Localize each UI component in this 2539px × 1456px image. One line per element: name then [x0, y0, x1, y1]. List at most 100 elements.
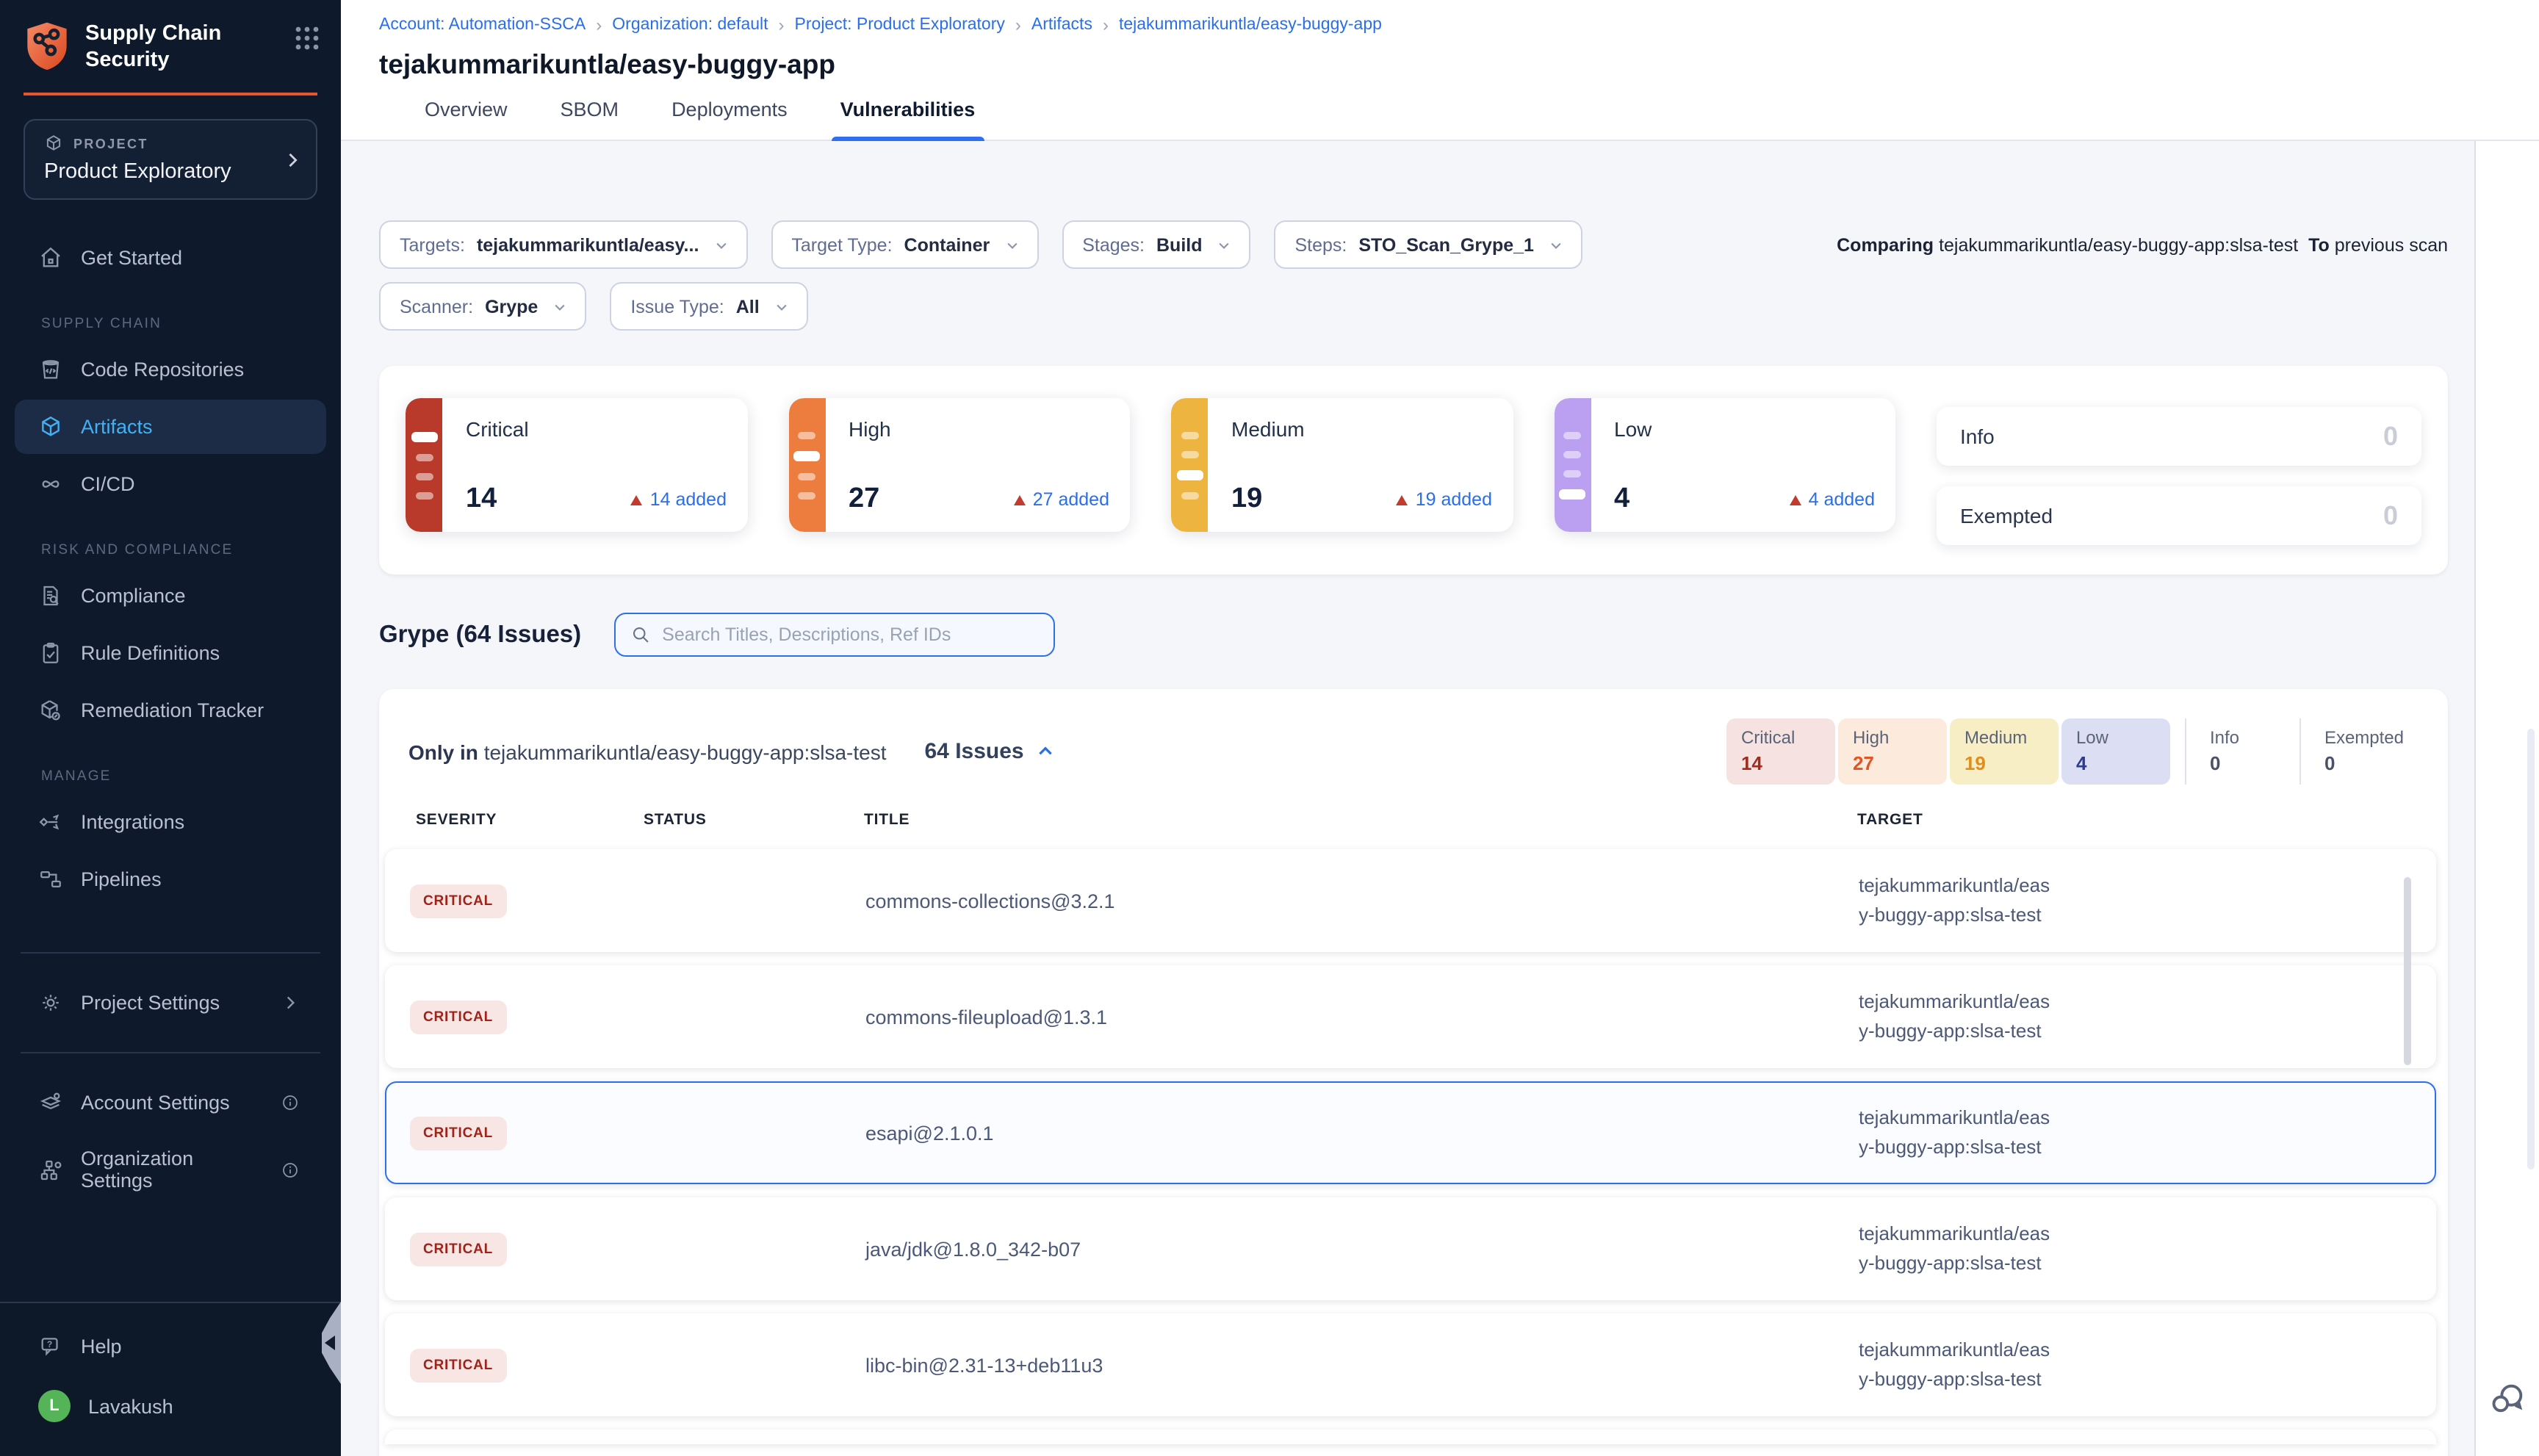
- sidebar-item-compliance[interactable]: Compliance: [15, 569, 326, 624]
- sidebar-item-pipelines[interactable]: Pipelines: [15, 853, 326, 907]
- document-search-icon: [38, 584, 63, 609]
- low-gauge-icon: [1554, 398, 1591, 532]
- severity-card-count: 14: [466, 483, 497, 516]
- issues-table: CRITICAL commons-collections@3.2.1 tejak…: [379, 849, 2448, 1444]
- issues-scrollbar[interactable]: [2404, 877, 2411, 1065]
- sidebar-item-cicd[interactable]: CI/CD: [15, 458, 326, 512]
- tab-vulnerabilities[interactable]: Vulnerabilities: [840, 98, 976, 140]
- steps-filter-dropdown[interactable]: Steps: STO_Scan_Grype_1: [1275, 220, 1582, 269]
- layers-gear-icon: [38, 1091, 63, 1116]
- filter-label: Scanner:: [400, 296, 473, 317]
- sidebar-item-artifacts[interactable]: Artifacts: [15, 400, 326, 455]
- module-grid-icon[interactable]: [294, 25, 320, 51]
- sidebar-item-get-started[interactable]: Get Started: [15, 231, 326, 286]
- chip-exempted[interactable]: Exempted0: [2299, 718, 2419, 785]
- issues-search[interactable]: [613, 613, 1054, 657]
- medium-summary-card[interactable]: Medium 19 19 added: [1171, 398, 1513, 532]
- chip-low[interactable]: Low4: [2061, 718, 2170, 785]
- targets-filter-dropdown[interactable]: Targets: tejakummarikuntla/easy...: [379, 220, 747, 269]
- critical-summary-card[interactable]: Critical 14 14 added: [406, 398, 747, 532]
- breadcrumb-separator: ›: [779, 15, 785, 35]
- table-row[interactable]: CRITICAL java/jdk@1.8.0_342-b07 tejakumm…: [385, 1197, 2436, 1300]
- table-row[interactable]: CRITICAL commons-collections@3.2.1 tejak…: [385, 849, 2436, 952]
- low-summary-card[interactable]: Low 4 4 added: [1554, 398, 1895, 532]
- right-gutter: [2474, 141, 2539, 1456]
- issue-title[interactable]: esapi@2.1.0.1: [865, 1122, 1859, 1144]
- severity-badge: CRITICAL: [410, 1232, 506, 1266]
- chat-bubbles-icon[interactable]: [2489, 1380, 2527, 1418]
- comparing-target: tejakummarikuntla/easy-buggy-app:slsa-te…: [1939, 235, 2298, 256]
- gear-icon: [38, 991, 63, 1016]
- sidebar-item-label: Code Repositories: [81, 359, 244, 381]
- critical-gauge-icon: [406, 398, 442, 532]
- triangle-up-icon: [1014, 494, 1026, 505]
- chip-critical[interactable]: Critical14: [1726, 718, 1835, 785]
- tab-overview[interactable]: Overview: [425, 98, 508, 140]
- info-icon: [278, 1094, 303, 1113]
- sidebar-item-integrations[interactable]: Integrations: [15, 796, 326, 850]
- table-row[interactable]: [385, 1430, 2436, 1444]
- sidebar-item-help[interactable]: ? Help: [15, 1319, 326, 1374]
- info-summary-card[interactable]: Info 0: [1937, 407, 2421, 466]
- issue-title[interactable]: commons-collections@3.2.1: [865, 890, 1859, 912]
- sidebar-item-label: Project Settings: [81, 992, 220, 1014]
- breadcrumb-organization[interactable]: Organization: default: [612, 16, 768, 34]
- project-selector[interactable]: PROJECT Product Exploratory: [24, 120, 317, 201]
- user-menu[interactable]: L Lavakush: [15, 1375, 326, 1437]
- tab-deployments[interactable]: Deployments: [671, 98, 788, 140]
- sidebar-item-organization-settings[interactable]: Organization Settings: [15, 1134, 326, 1207]
- filter-label: Stages:: [1082, 234, 1145, 255]
- scanner-filter-dropdown[interactable]: Scanner: Grype: [379, 282, 586, 331]
- target-type-filter-dropdown[interactable]: Target Type: Container: [771, 220, 1038, 269]
- issue-title[interactable]: java/jdk@1.8.0_342-b07: [865, 1238, 1859, 1260]
- issue-title[interactable]: libc-bin@2.31-13+deb11u3: [865, 1354, 1859, 1376]
- column-title: TITLE: [864, 811, 1857, 829]
- issue-title[interactable]: commons-fileupload@1.3.1: [865, 1006, 1859, 1028]
- medium-added-link[interactable]: 19 added: [1397, 489, 1492, 510]
- sidebar-logo-row: Supply Chain Security: [0, 0, 341, 74]
- breadcrumb-separator: ›: [596, 15, 602, 35]
- chip-high[interactable]: High27: [1838, 718, 1947, 785]
- severity-chip-filters: Critical14 High27 Medium19 Low4: [1724, 718, 2419, 785]
- chip-info[interactable]: Info0: [2185, 718, 2285, 785]
- tab-sbom[interactable]: SBOM: [561, 98, 619, 140]
- critical-added-link[interactable]: 14 added: [631, 489, 727, 510]
- home-icon: [38, 246, 63, 271]
- page-scrollbar[interactable]: [2527, 729, 2535, 1170]
- issue-target: tejakummarikuntla/easy-buggy-app:slsa-te…: [1859, 1219, 2053, 1279]
- breadcrumb-project[interactable]: Project: Product Exploratory: [795, 16, 1005, 34]
- help-chat-icon: ?: [38, 1334, 63, 1359]
- sidebar: Supply Chain Security PROJECT Product Ex…: [0, 0, 341, 1456]
- table-row[interactable]: CRITICAL libc-bin@2.31-13+deb11u3 tejaku…: [385, 1313, 2436, 1416]
- issue-type-filter-dropdown[interactable]: Issue Type: All: [610, 282, 807, 331]
- severity-badge: CRITICAL: [410, 1000, 506, 1034]
- divider: [21, 953, 320, 954]
- severity-badge: CRITICAL: [410, 1116, 506, 1150]
- clipboard-check-icon: [38, 641, 63, 666]
- issues-count-toggle[interactable]: 64 Issues: [925, 739, 1055, 764]
- breadcrumb-current[interactable]: tejakummarikuntla/easy-buggy-app: [1119, 16, 1382, 34]
- severity-card-label: Low: [1614, 417, 1875, 441]
- sidebar-item-project-settings[interactable]: Project Settings: [15, 976, 326, 1031]
- severity-card-count: 27: [849, 483, 879, 516]
- issues-panel-header: Only in tejakummarikuntla/easy-buggy-app…: [379, 689, 2448, 785]
- sidebar-item-rule-definitions[interactable]: Rule Definitions: [15, 627, 326, 681]
- breadcrumb-artifacts[interactable]: Artifacts: [1031, 16, 1092, 34]
- comparing-previous-scan[interactable]: previous scan: [2335, 235, 2448, 256]
- issue-target: tejakummarikuntla/easy-buggy-app:slsa-te…: [1859, 871, 2053, 931]
- breadcrumb-account[interactable]: Account: Automation-SSCA: [379, 16, 586, 34]
- stages-filter-dropdown[interactable]: Stages: Build: [1062, 220, 1250, 269]
- low-added-link[interactable]: 4 added: [1790, 489, 1875, 510]
- exempted-summary-card[interactable]: Exempted 0: [1937, 486, 2421, 545]
- high-summary-card[interactable]: High 27 27 added: [788, 398, 1130, 532]
- table-row-selected[interactable]: CRITICAL esapi@2.1.0.1 tejakummarikuntla…: [385, 1081, 2436, 1184]
- search-input[interactable]: [662, 624, 1038, 645]
- sidebar-item-account-settings[interactable]: Account Settings: [15, 1076, 326, 1131]
- filter-value: tejakummarikuntla/easy...: [477, 234, 699, 255]
- chip-medium[interactable]: Medium19: [1950, 718, 2059, 785]
- table-column-headers: SEVERITY STATUS TITLE TARGET: [379, 785, 2448, 849]
- sidebar-item-remediation-tracker[interactable]: Remediation Tracker: [15, 684, 326, 738]
- sidebar-item-code-repositories[interactable]: Code Repositories: [15, 343, 326, 397]
- high-added-link[interactable]: 27 added: [1014, 489, 1109, 510]
- table-row[interactable]: CRITICAL commons-fileupload@1.3.1 tejaku…: [385, 965, 2436, 1068]
